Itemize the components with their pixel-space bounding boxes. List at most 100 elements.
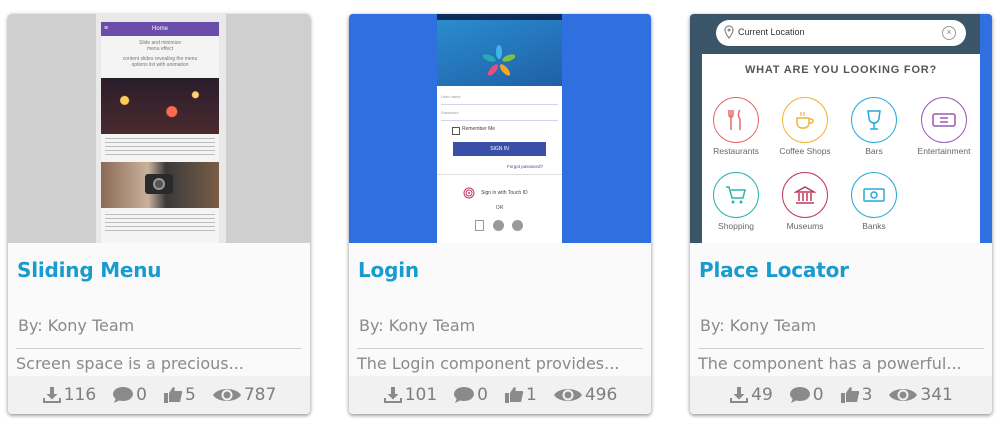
category-label: Museums [786, 221, 824, 231]
category-restaurants[interactable]: Restaurants [701, 97, 771, 156]
views-count: 496 [584, 385, 618, 405]
downloads-stat: 101 [383, 385, 437, 405]
likes-stat: 5 [163, 385, 196, 405]
card-description: The Login component provides... [357, 354, 620, 373]
intro-text-2: menu effect [146, 46, 174, 52]
username-field[interactable]: User name [441, 90, 558, 105]
intro-text-4: options list with animation [131, 62, 189, 68]
comments-stat: 0 [453, 385, 488, 405]
category-heading: WHAT ARE YOU LOOKING FOR? [744, 64, 938, 76]
filler-paragraph [105, 138, 215, 158]
app-bar: ≡ Home [101, 22, 219, 36]
comments-stat: 0 [789, 385, 824, 405]
logo-icon [483, 45, 515, 76]
downloads-count: 101 [404, 385, 438, 405]
phone-screen: User name Password Remember Me SIGN IN F… [437, 14, 562, 243]
views-count: 341 [920, 385, 953, 405]
comments-count: 0 [477, 385, 488, 405]
bank-note-icon [851, 172, 897, 218]
camera-photo [101, 162, 219, 208]
ticket-icon [921, 97, 967, 143]
download-icon [730, 387, 749, 403]
card-thumbnail[interactable]: ≡ Home Slide and minimize menu effect co… [8, 14, 310, 243]
or-separator: OR [495, 205, 504, 211]
card-author: By: Kony Team [700, 316, 817, 335]
status-bar [437, 14, 562, 20]
category-banks[interactable]: Banks [839, 172, 909, 231]
downloads-count: 116 [63, 385, 97, 405]
comment-icon [113, 387, 134, 403]
remember-me-label: Remember Me [462, 126, 496, 132]
sign-in-button[interactable]: SIGN IN [453, 142, 546, 156]
touch-id-label[interactable]: Sign in with Touch ID [481, 190, 528, 196]
card-title[interactable]: Login [358, 258, 419, 282]
app-bar-title: Home [151, 26, 168, 32]
comments-count: 0 [136, 385, 147, 405]
downloads-count: 49 [751, 385, 773, 405]
fingerprint-icon[interactable] [463, 187, 475, 199]
shopping-cart-icon [713, 172, 759, 218]
camera-icon [145, 174, 173, 194]
category-label: Restaurants [713, 146, 759, 156]
category-entertainment[interactable]: Entertainment [909, 97, 979, 156]
card-stats: 49 0 3 341 [690, 376, 992, 414]
views-stat: 341 [888, 385, 953, 405]
card-thumbnail[interactable]: User name Password Remember Me SIGN IN F… [349, 14, 651, 243]
views-count: 787 [243, 385, 277, 405]
category-coffee-shops[interactable]: Coffee Shops [770, 97, 840, 156]
location-search-text: Current Location [738, 27, 805, 37]
views-stat: 496 [553, 385, 617, 405]
thumbs-up-icon [164, 387, 183, 403]
menu-icon: ≡ [104, 25, 109, 32]
divider [698, 348, 984, 349]
card-title[interactable]: Place Locator [699, 258, 849, 282]
download-icon [42, 387, 61, 403]
divider [437, 174, 562, 175]
component-card-login[interactable]: User name Password Remember Me SIGN IN F… [349, 14, 651, 414]
card-title[interactable]: Sliding Menu [17, 258, 162, 282]
linkedin-icon[interactable] [512, 220, 523, 231]
phone-screen: ≡ Home Slide and minimize menu effect co… [101, 22, 219, 243]
category-label: Banks [862, 221, 886, 231]
likes-count: 1 [526, 385, 537, 405]
likes-count: 5 [185, 385, 196, 405]
card-description: Screen space is a precious... [16, 354, 244, 373]
clear-icon[interactable]: × [942, 26, 956, 40]
divider [357, 348, 643, 349]
downloads-stat: 116 [42, 385, 96, 405]
remember-me-checkbox[interactable] [452, 127, 460, 135]
category-bars[interactable]: Bars [839, 97, 909, 156]
likes-stat: 3 [840, 385, 873, 405]
downloads-stat: 49 [729, 385, 773, 405]
card-description: The component has a powerful... [698, 354, 962, 373]
category-label: Bars [865, 146, 883, 156]
category-label: Entertainment [917, 146, 971, 156]
likes-stat: 1 [504, 385, 537, 405]
office-icon[interactable] [475, 220, 484, 231]
card-stats: 116 0 5 787 [8, 376, 310, 414]
forgot-password-link[interactable]: Forgot password? [507, 164, 543, 169]
wine-glass-icon [851, 97, 897, 143]
facebook-icon[interactable] [493, 220, 504, 231]
component-card-place-locator[interactable]: Current Location × WHAT ARE YOU LOOKING … [690, 14, 992, 414]
comment-icon [454, 387, 475, 403]
comment-icon [789, 387, 810, 403]
coffee-cup-icon [782, 97, 828, 143]
likes-count: 3 [861, 385, 873, 405]
fork-knife-icon [713, 97, 759, 143]
bokeh-photo [101, 78, 219, 134]
comments-count: 0 [812, 385, 824, 405]
component-card-sliding-menu[interactable]: ≡ Home Slide and minimize menu effect co… [8, 14, 310, 414]
museum-icon [782, 172, 828, 218]
category-label: Shopping [718, 221, 754, 231]
category-shopping[interactable]: Shopping [701, 172, 771, 231]
filler-paragraph [105, 214, 215, 234]
card-author: By: Kony Team [18, 316, 135, 335]
card-thumbnail[interactable]: Current Location × WHAT ARE YOU LOOKING … [690, 14, 992, 243]
category-museums[interactable]: Museums [770, 172, 840, 231]
password-field[interactable]: Password [441, 106, 558, 121]
eye-icon [553, 389, 582, 401]
views-stat: 787 [212, 385, 276, 405]
category-label: Coffee Shops [779, 146, 831, 156]
eye-icon [212, 389, 241, 401]
